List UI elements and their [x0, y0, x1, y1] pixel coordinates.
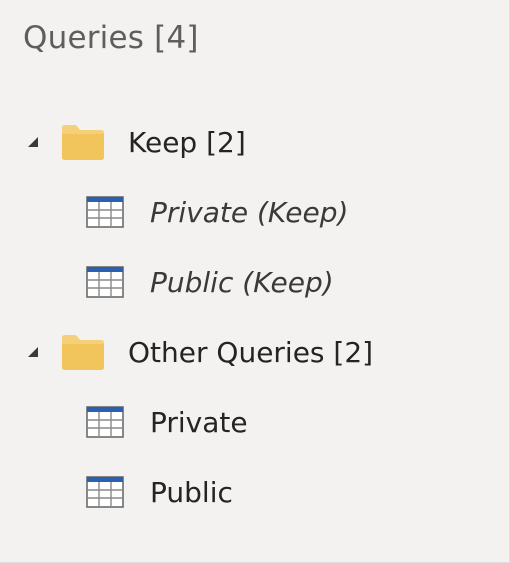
- query-item-private-keep[interactable]: Private (Keep): [83, 186, 348, 238]
- query-group-other-queries[interactable]: Other Queries [2]: [22, 326, 373, 378]
- query-item-label: Private: [150, 405, 248, 439]
- query-item-public[interactable]: Public: [83, 466, 233, 518]
- query-group-keep[interactable]: Keep [2]: [22, 116, 246, 168]
- query-item-label: Public: [150, 475, 233, 509]
- query-group-label: Other Queries [2]: [128, 335, 374, 369]
- table-icon: [83, 402, 127, 442]
- query-item-public-keep[interactable]: Public (Keep): [83, 256, 334, 308]
- queries-pane: Queries [4] Keep [2] Private (Keep) Publ…: [0, 0, 510, 563]
- table-icon: [83, 262, 127, 302]
- queries-pane-title: Queries [4]: [23, 20, 199, 56]
- caret-expanded-icon[interactable]: [22, 131, 44, 153]
- table-icon: [83, 472, 127, 512]
- folder-icon: [60, 332, 106, 372]
- query-item-label: Private (Keep): [150, 195, 349, 229]
- caret-expanded-icon[interactable]: [22, 341, 44, 363]
- query-item-label: Public (Keep): [150, 265, 334, 299]
- query-group-label: Keep [2]: [128, 125, 246, 159]
- query-item-private[interactable]: Private: [83, 396, 248, 448]
- folder-icon: [60, 122, 106, 162]
- table-icon: [83, 192, 127, 232]
